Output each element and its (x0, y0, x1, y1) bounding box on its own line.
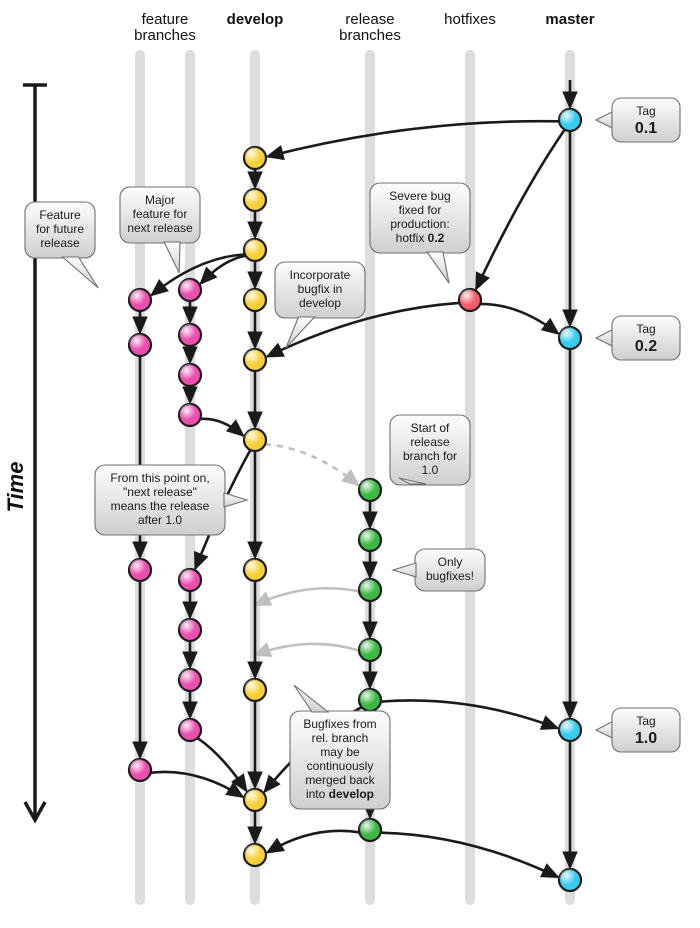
time-axis-label: Time (3, 462, 28, 513)
commit-node (179, 279, 201, 301)
gitflow-diagram: Time featurebranches develop releasebranche… (0, 0, 700, 928)
commit-node (244, 789, 266, 811)
lane-label-hotfix: hotfixes (444, 11, 496, 28)
commit-node (359, 529, 381, 551)
commit-node (179, 324, 201, 346)
callout-text: Severe bugfixed forproduction:hotfix 0.2 (389, 189, 450, 245)
tag-pointer-icon (596, 330, 612, 346)
tag-pointer-icon (596, 722, 612, 738)
commit-node (244, 429, 266, 451)
commit-node (359, 689, 381, 711)
commit-node (129, 759, 151, 781)
commit-node (179, 569, 201, 591)
commit-node (244, 289, 266, 311)
commit-node (359, 579, 381, 601)
commit-node (179, 669, 201, 691)
callout-text: Featurefor futurerelease (36, 208, 84, 250)
lane-label-release: releasebranches (339, 11, 401, 44)
callout-text: Bugfixes fromrel. branchmay becontinuous… (303, 717, 376, 801)
arrow (476, 130, 564, 289)
time-axis-icon (23, 85, 47, 820)
arrow (151, 772, 243, 797)
arrow (255, 644, 359, 655)
callout-tail-icon (63, 257, 99, 288)
commit-node (244, 559, 266, 581)
commit-node (559, 869, 581, 891)
arrow (201, 256, 246, 283)
commit-node (359, 819, 381, 841)
commit-node (244, 189, 266, 211)
commit-node (359, 479, 381, 501)
commit-node (129, 559, 151, 581)
callout-tail-icon (286, 317, 315, 348)
commit-node (359, 639, 381, 661)
tag-text: Tag1.0 (635, 714, 657, 747)
commit-node (244, 239, 266, 261)
callout-tail-icon (224, 493, 247, 507)
commit-node (179, 719, 201, 741)
callout-tail-icon (294, 685, 328, 712)
callout-tail-icon (393, 563, 416, 577)
commit-node (129, 334, 151, 356)
lane-label-master: master (545, 11, 594, 28)
commit-node (129, 289, 151, 311)
commit-node (179, 404, 201, 426)
commit-node (244, 679, 266, 701)
commit-node (244, 844, 266, 866)
commit-node (179, 619, 201, 641)
arrow (268, 831, 360, 852)
lane-label-develop: develop (227, 11, 284, 28)
commit-node (179, 364, 201, 386)
callout-tail-icon (427, 252, 449, 283)
arrow (255, 588, 359, 605)
commit-node (559, 327, 581, 349)
arrow (480, 304, 558, 333)
arrow (197, 738, 246, 790)
lane-label-feat1: featurebranches (134, 11, 196, 44)
commit-node (459, 289, 481, 311)
commit-node (559, 719, 581, 741)
tag-text: Tag0.1 (635, 104, 657, 137)
callout-tail-icon (164, 242, 180, 273)
tag-pointer-icon (596, 112, 612, 128)
commit-node (244, 349, 266, 371)
arrow (265, 444, 358, 484)
commit-node (244, 147, 266, 169)
tag-text: Tag0.2 (635, 322, 657, 355)
arrow (268, 121, 559, 156)
arrow (200, 419, 243, 436)
commit-node (559, 109, 581, 131)
